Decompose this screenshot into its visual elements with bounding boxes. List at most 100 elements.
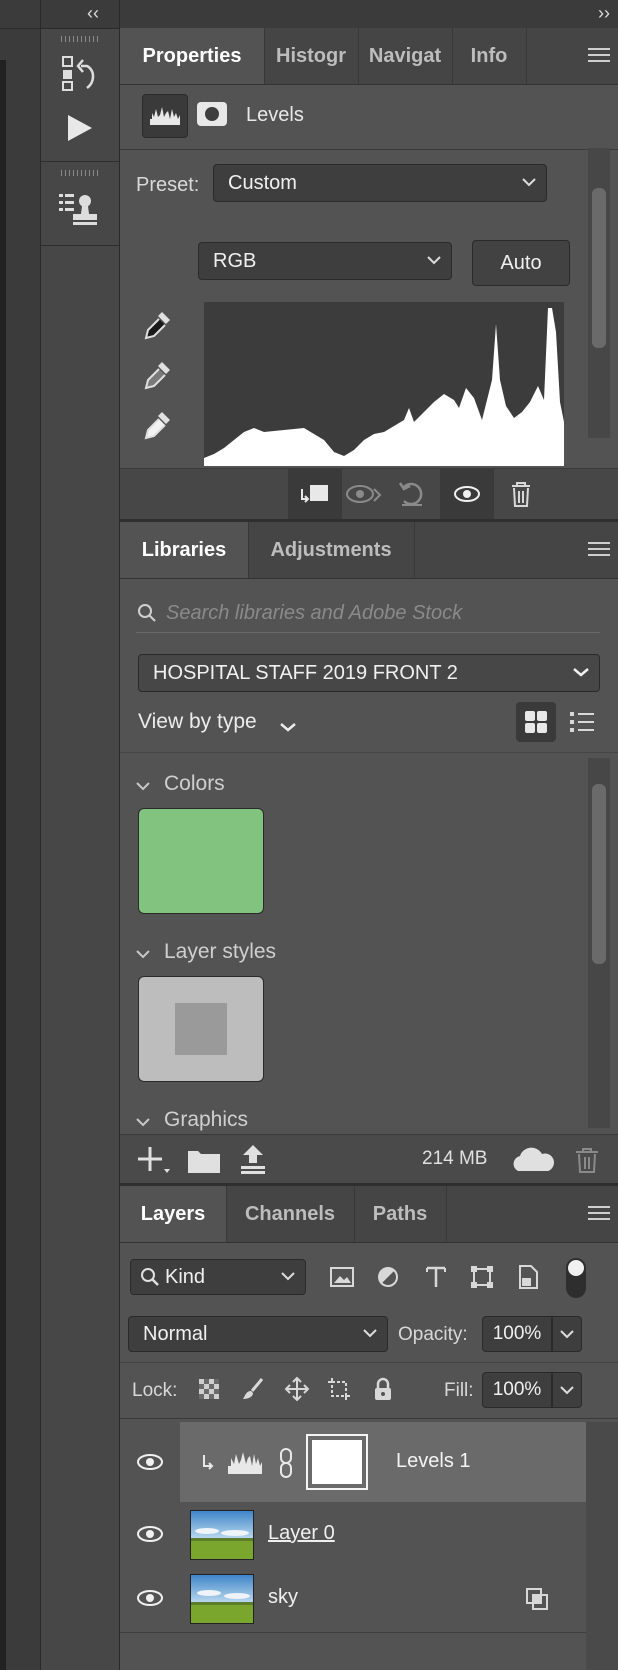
filter-shape-layers-icon[interactable]: [468, 1264, 496, 1290]
layer-mask-thumbnail[interactable]: [306, 1434, 368, 1490]
dock-grip[interactable]: [61, 36, 99, 42]
eye-icon[interactable]: [134, 1522, 166, 1546]
grid-view-button[interactable]: [516, 702, 556, 742]
black-point-eyedropper-icon[interactable]: [142, 308, 174, 344]
dock-grip-2[interactable]: [61, 170, 99, 176]
tab-adjustments[interactable]: Adjustments: [248, 522, 415, 578]
layer-style-thumbnail[interactable]: [138, 976, 264, 1082]
layers-list-top-divider: [120, 1418, 618, 1419]
upload-icon[interactable]: [236, 1141, 270, 1177]
properties-scroll-thumb[interactable]: [592, 188, 606, 348]
fill-slider-button[interactable]: [552, 1372, 582, 1408]
library-select-dropdown[interactable]: HOSPITAL STAFF 2019 FRONT 2: [138, 654, 600, 692]
opacity-input[interactable]: 100%: [482, 1316, 552, 1352]
filter-toggle-switch[interactable]: [566, 1258, 586, 1298]
folder-icon[interactable]: [186, 1143, 222, 1177]
filter-smart-objects-icon[interactable]: [514, 1264, 542, 1290]
channel-dropdown[interactable]: RGB: [198, 242, 452, 280]
filter-toggle-knob: [568, 1260, 584, 1276]
colors-section-header[interactable]: Colors: [136, 772, 336, 800]
layer-name[interactable]: sky: [268, 1586, 298, 1609]
tab-info[interactable]: Info: [452, 28, 527, 84]
mask-icon[interactable]: [196, 101, 228, 127]
layer-styles-section-header[interactable]: Layer styles: [136, 940, 376, 968]
library-search-input[interactable]: Search libraries and Adobe Stock: [136, 596, 600, 633]
lock-position-icon[interactable]: [284, 1376, 310, 1402]
blend-mode-dropdown[interactable]: Normal: [128, 1316, 388, 1352]
layer-name[interactable]: Levels 1: [396, 1450, 471, 1473]
layer-style-preview: [175, 1003, 227, 1055]
libraries-scrollbar[interactable]: [588, 758, 610, 1128]
list-view-button[interactable]: [562, 702, 602, 742]
delete-library-item-icon[interactable]: [572, 1143, 602, 1177]
auto-button[interactable]: Auto: [472, 240, 570, 286]
chevron-down-icon: [560, 1386, 574, 1395]
cloud-sync-icon[interactable]: [510, 1143, 556, 1177]
properties-tabbar: Properties Histogr Navigat Info: [120, 28, 618, 85]
properties-scrollbar[interactable]: [588, 148, 610, 438]
gray-point-eyedropper-icon[interactable]: [142, 358, 174, 394]
properties-panel: Properties Histogr Navigat Info Levels P…: [120, 28, 618, 519]
chevron-down-icon: [427, 256, 441, 265]
layer-filter-kind-dropdown[interactable]: Kind: [130, 1259, 306, 1295]
lock-transparent-pixels-icon[interactable]: [196, 1376, 222, 1402]
color-swatch[interactable]: [138, 808, 264, 914]
libraries-scroll-thumb[interactable]: [592, 784, 606, 964]
tab-histogram[interactable]: Histogr: [264, 28, 359, 84]
properties-bottom-toolbar: [120, 468, 618, 519]
eye-icon[interactable]: [134, 1586, 166, 1610]
clip-to-layer-button[interactable]: [288, 469, 342, 519]
graphics-section-header[interactable]: Graphics: [136, 1108, 336, 1136]
collapse-right-button[interactable]: ››: [598, 3, 610, 24]
toggle-visibility-button[interactable]: [440, 469, 494, 519]
preset-dropdown[interactable]: Custom: [213, 164, 547, 202]
filter-type-layers-icon[interactable]: [422, 1264, 450, 1290]
white-point-eyedropper-icon[interactable]: [142, 408, 174, 444]
lock-artboard-icon[interactable]: [326, 1376, 352, 1402]
tab-layers[interactable]: Layers: [120, 1186, 227, 1242]
chevron-down-icon: [280, 723, 296, 732]
libraries-tabbar: Libraries Adjustments: [120, 522, 618, 579]
view-previous-state-icon[interactable]: [342, 477, 386, 511]
search-icon: [138, 604, 156, 622]
list-view-icon: [570, 712, 594, 732]
tab-navigator[interactable]: Navigat: [358, 28, 453, 84]
reset-icon[interactable]: [394, 477, 430, 511]
view-by-type-dropdown[interactable]: View by type: [138, 710, 318, 740]
tab-channels[interactable]: Channels: [226, 1186, 355, 1242]
layer-name[interactable]: Layer 0: [268, 1522, 335, 1545]
libraries-menu-icon[interactable]: [588, 538, 610, 560]
tab-properties[interactable]: Properties: [120, 28, 265, 84]
opacity-slider-button[interactable]: [552, 1316, 582, 1352]
tab-libraries[interactable]: Libraries: [120, 522, 249, 578]
lock-all-icon[interactable]: [370, 1376, 396, 1402]
fill-input[interactable]: 100%: [482, 1372, 552, 1408]
filter-adjustment-layers-icon[interactable]: [374, 1264, 402, 1290]
properties-menu-icon[interactable]: [588, 44, 610, 66]
delete-adjustment-icon[interactable]: [504, 477, 538, 511]
libraries-footer: 214 MB: [120, 1134, 618, 1183]
kind-label: Kind: [165, 1265, 206, 1288]
filter-pixel-layers-icon[interactable]: [328, 1264, 356, 1290]
collapse-left-button[interactable]: ‹‹: [87, 3, 99, 24]
adjustment-title: Levels: [246, 104, 304, 126]
add-content-icon[interactable]: [136, 1143, 172, 1177]
history-icon[interactable]: [61, 54, 97, 92]
chevron-down-icon: [136, 950, 150, 959]
tab-paths[interactable]: Paths: [354, 1186, 447, 1242]
opacity-label: Opacity:: [398, 1324, 468, 1345]
layer-thumbnail[interactable]: [190, 1510, 254, 1560]
layer-row[interactable]: Layer 0: [120, 1502, 586, 1567]
lock-image-pixels-icon[interactable]: [240, 1376, 266, 1402]
layers-menu-icon[interactable]: [588, 1202, 610, 1224]
play-action-icon[interactable]: [65, 112, 95, 144]
eye-icon[interactable]: [134, 1450, 166, 1474]
layer-thumbnail[interactable]: [190, 1574, 254, 1624]
layer-row[interactable]: sky: [120, 1566, 586, 1633]
levels-histogram-icon[interactable]: [142, 94, 188, 138]
dock-divider: [41, 161, 119, 162]
layer-row[interactable]: Levels 1: [120, 1422, 586, 1503]
clone-source-icon[interactable]: [59, 192, 99, 228]
link-icon[interactable]: [276, 1446, 296, 1480]
levels-histogram: [204, 302, 564, 466]
